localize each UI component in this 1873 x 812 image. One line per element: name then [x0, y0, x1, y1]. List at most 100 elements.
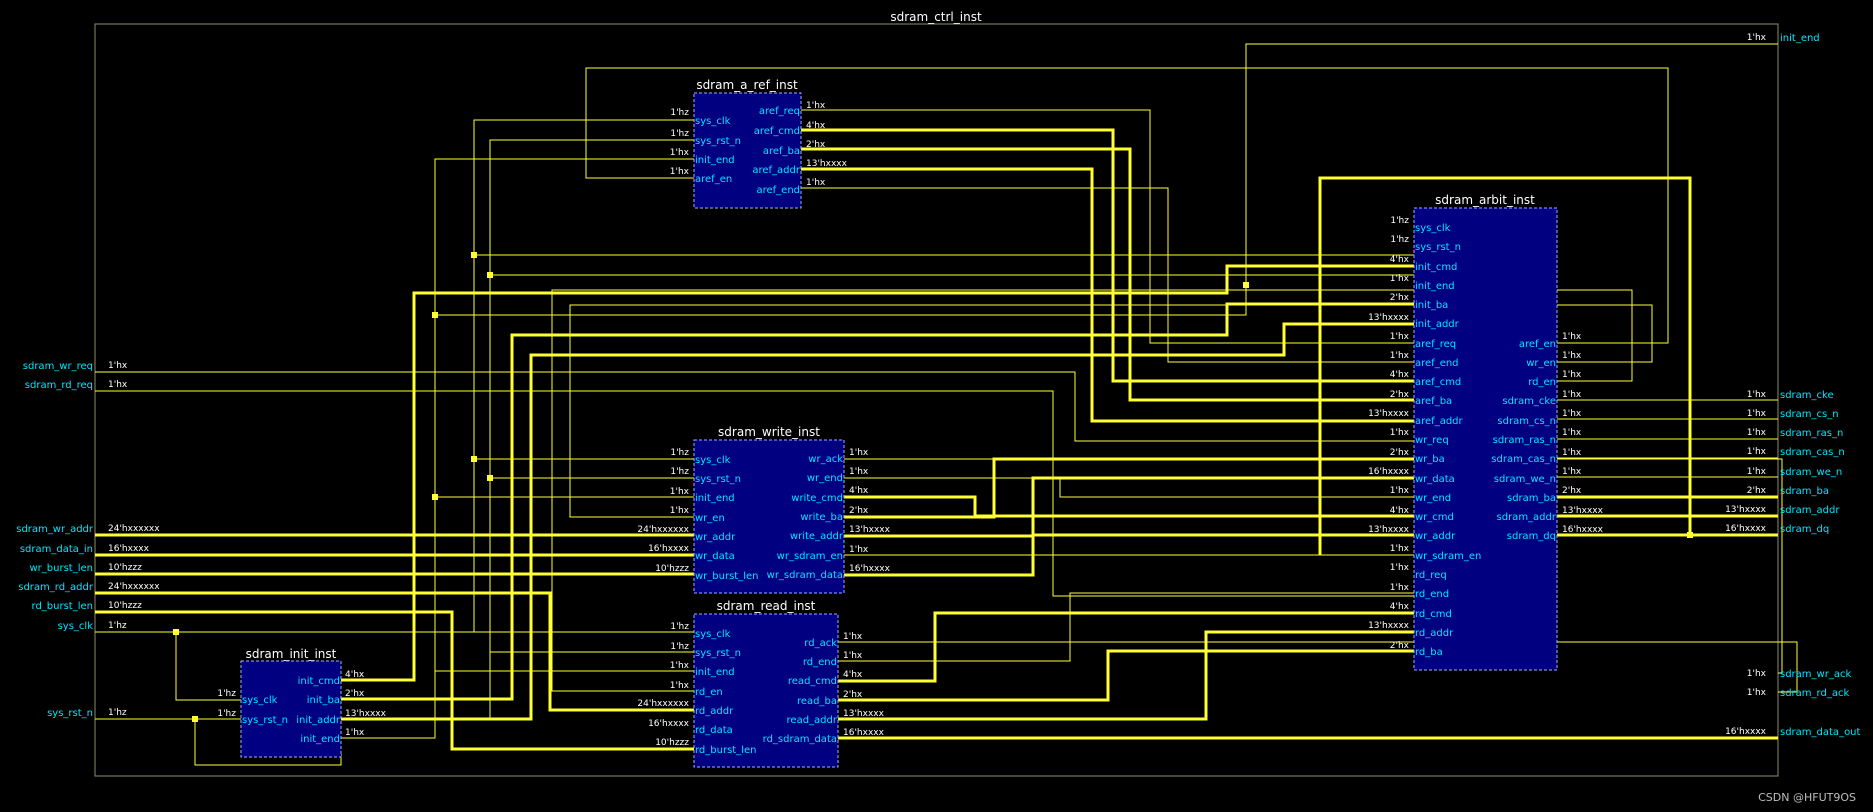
port-rd-addr: rd_addr — [1415, 628, 1454, 639]
net-wire — [844, 458, 1783, 674]
block-sdram-init[interactable]: sdram_init_inst sys_clk sys_rst_n 1'hz 1… — [217, 647, 387, 758]
port-wr-sdram-en: wr_sdram_en — [1415, 551, 1481, 562]
value-label: 1'hz — [108, 708, 127, 718]
value-label: 2'hx — [1562, 486, 1582, 496]
value-label: 13'hxxxx — [1562, 506, 1604, 516]
port-sys-rst-n: sys_rst_n — [695, 136, 741, 147]
output-sdram-cas-n[interactable]: sdram_cas_n — [1780, 447, 1845, 458]
port-sdram-addr: sdram_addr — [1497, 512, 1557, 523]
port-sdram-ras-n: sdram_ras_n — [1493, 435, 1556, 446]
value-label: 1'hx — [1747, 688, 1767, 698]
port-init-end: init_end — [695, 493, 735, 504]
value-label: 1'hx — [345, 728, 365, 738]
output-sdram-ba[interactable]: sdram_ba — [1780, 486, 1829, 497]
value-label: 1'hx — [849, 467, 869, 477]
value-label: 4'hx — [1390, 602, 1410, 612]
bus-wire — [844, 457, 1414, 519]
net-wire — [341, 158, 694, 739]
block-sdram-arbit[interactable]: sdram_arbit_inst sys_clk sys_rst_n init_… — [1368, 193, 1604, 671]
output-sdram-we-n[interactable]: sdram_we_n — [1780, 467, 1842, 478]
value-label: 1'hx — [1390, 544, 1410, 554]
value-label: 1'hz — [670, 129, 689, 139]
block-sdram-write[interactable]: sdram_write_inst sys_clk sys_rst_n init_… — [637, 425, 891, 594]
port-sdram-cas-n: sdram_cas_n — [1491, 454, 1556, 465]
output-sdram-ras-n[interactable]: sdram_ras_n — [1780, 428, 1843, 439]
port-wr-req: wr_req — [1415, 435, 1449, 446]
value-label: 16'hxxxx — [1368, 467, 1410, 477]
value-label: 1'hz — [670, 467, 689, 477]
value-label: 2'hx — [345, 689, 365, 699]
port-sdram-dq: sdram_dq — [1507, 531, 1556, 542]
port-rd-cmd: rd_cmd — [1415, 609, 1452, 620]
value-label: 2'hx — [1390, 448, 1410, 458]
input-sdram-wr-addr[interactable]: sdram_wr_addr — [16, 524, 94, 535]
value-label: 16'hxxxx — [648, 544, 690, 554]
value-label: 16'hxxxx — [843, 728, 885, 738]
output-sdram-addr[interactable]: sdram_addr — [1780, 505, 1840, 516]
value-label: 1'hx — [108, 380, 128, 390]
port-init-ba: init_ba — [307, 695, 340, 706]
junction-dot — [432, 494, 438, 500]
port-read-cmd: read_cmd — [788, 676, 837, 687]
schematic-canvas: sdram_ctrl_inst sdram_a_ref_inst sys_clk… — [16, 10, 1861, 804]
port-aref-end: aref_end — [1415, 358, 1459, 369]
port-aref-req: aref_req — [1415, 339, 1456, 350]
block-sdram-read[interactable]: sdram_read_inst sys_clk sys_rst_n init_e… — [637, 599, 885, 768]
value-label: 1'hx — [670, 506, 690, 516]
value-label: 1'hx — [1562, 390, 1582, 400]
value-label: 1'hx — [1562, 409, 1582, 419]
value-label: 1'hx — [670, 487, 690, 497]
output-init-end[interactable]: init_end — [1780, 33, 1820, 44]
value-label: 1'hx — [843, 632, 863, 642]
port-sdram-ba: sdram_ba — [1507, 493, 1556, 504]
port-rd-req: rd_req — [1415, 570, 1447, 581]
port-init-end: init_end — [695, 155, 735, 166]
port-wr-burst-len: wr_burst_len — [695, 571, 759, 582]
net-wire — [801, 109, 1414, 344]
value-label: 4'hx — [843, 670, 863, 680]
output-sdram-rd-ack[interactable]: sdram_rd_ack — [1780, 688, 1849, 699]
port-aref-cmd: aref_cmd — [1415, 377, 1461, 388]
value-label: 1'hx — [1747, 467, 1767, 477]
input-sdram-wr-req[interactable]: sdram_wr_req — [23, 361, 93, 372]
input-wr-burst-len[interactable]: wr_burst_len — [30, 563, 94, 574]
value-label: 1'hx — [1390, 274, 1410, 284]
input-sys-clk[interactable]: sys_clk — [58, 621, 94, 632]
output-sdram-cke[interactable]: sdram_cke — [1780, 390, 1834, 401]
input-sdram-data-in[interactable]: sdram_data_in — [20, 544, 93, 555]
watermark: CSDN @HFUT9OS — [1758, 791, 1856, 804]
value-label: 1'hx — [670, 681, 690, 691]
bus-wire — [341, 302, 1414, 701]
port-rd-end: rd_end — [803, 657, 837, 668]
value-label: 1'hz — [217, 709, 236, 719]
value-label: 1'hx — [1562, 332, 1582, 342]
bus-wire — [844, 533, 1414, 538]
value-label: 1'hx — [1390, 563, 1410, 573]
value-label: 24'hxxxxxx — [637, 525, 689, 535]
value-label: 1'hz — [670, 108, 689, 118]
value-label: 10'hzzz — [655, 564, 689, 574]
output-sdram-cs-n[interactable]: sdram_cs_n — [1780, 409, 1839, 420]
value-label: 1'hx — [1747, 428, 1767, 438]
port-wr-addr: wr_addr — [1415, 531, 1456, 542]
value-label: 1'hx — [670, 661, 690, 671]
output-sdram-data-out[interactable]: sdram_data_out — [1780, 727, 1861, 738]
value-label: 1'hz — [1390, 216, 1409, 226]
port-init-end: init_end — [300, 734, 340, 745]
port-sys-clk: sys_clk — [1415, 223, 1451, 234]
input-sdram-rd-addr[interactable]: sdram_rd_addr — [18, 582, 94, 593]
output-sdram-dq[interactable]: sdram_dq — [1780, 524, 1829, 535]
value-label: 16'hxxxx — [1562, 525, 1604, 535]
block-title: sdram_a_ref_inst — [696, 78, 798, 92]
input-sdram-rd-req[interactable]: sdram_rd_req — [25, 380, 93, 391]
port-rd-en: rd_en — [1528, 377, 1556, 388]
value-label: 24'hxxxxxx — [108, 524, 160, 534]
value-label: 4'hx — [345, 670, 365, 680]
value-label: 1'hz — [670, 622, 689, 632]
value-label: 1'hx — [806, 178, 826, 188]
input-rd-burst-len[interactable]: rd_burst_len — [32, 601, 93, 612]
block-title: sdram_write_inst — [718, 425, 820, 439]
input-sys-rst-n[interactable]: sys_rst_n — [47, 708, 93, 719]
output-sdram-wr-ack[interactable]: sdram_wr_ack — [1780, 669, 1851, 680]
port-read-addr: read_addr — [787, 715, 838, 726]
